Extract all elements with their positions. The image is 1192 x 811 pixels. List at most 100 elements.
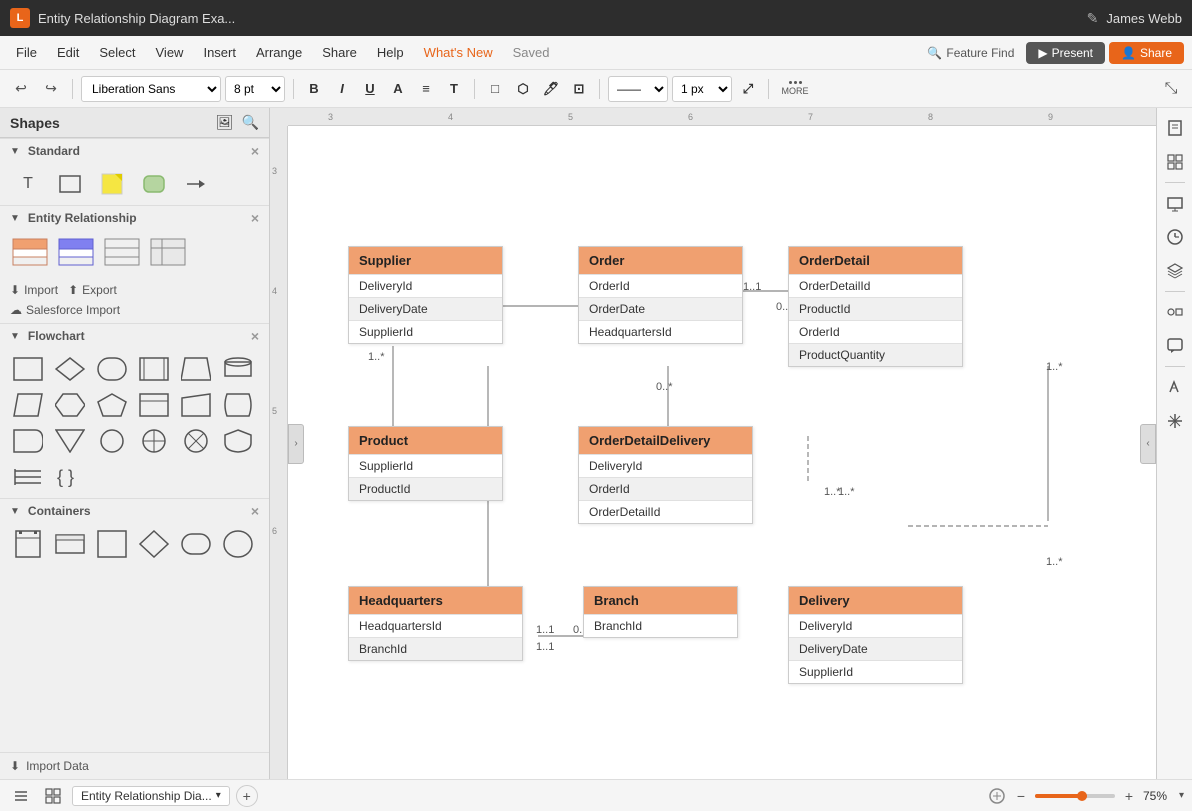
line-style-select[interactable]: —— - - - bbox=[608, 76, 668, 102]
import-data-button[interactable]: ⬇ Import Data bbox=[0, 752, 269, 779]
shapes-search-icon[interactable]: 🔍 bbox=[242, 114, 259, 131]
shape-text[interactable]: T bbox=[10, 169, 46, 199]
fc-shape-curly[interactable]: { } bbox=[52, 462, 88, 492]
container-shape-ellipse[interactable] bbox=[220, 529, 256, 559]
redo-button[interactable]: ↪ bbox=[38, 76, 64, 102]
branch-table[interactable]: Branch BranchId bbox=[583, 586, 738, 638]
canvas-area[interactable]: 3 4 5 6 7 8 9 3 4 5 6 bbox=[270, 108, 1156, 779]
underline-button[interactable]: U bbox=[358, 77, 382, 101]
menu-view[interactable]: View bbox=[148, 41, 192, 64]
er-shape-4[interactable] bbox=[148, 236, 188, 271]
collapse-right-icon[interactable]: ‹ bbox=[1140, 424, 1156, 464]
er-shape-1[interactable] bbox=[10, 236, 50, 271]
undo-button[interactable]: ↩ bbox=[8, 76, 34, 102]
edit-icon[interactable]: ✎ bbox=[1087, 10, 1099, 27]
collapse-left-icon[interactable]: › bbox=[288, 424, 304, 464]
shape-rounded-rect[interactable] bbox=[136, 169, 172, 199]
standard-section-header[interactable]: ▼ Standard × bbox=[0, 138, 269, 163]
menu-select[interactable]: Select bbox=[91, 41, 143, 64]
zoom-minus-button[interactable]: − bbox=[1011, 788, 1031, 804]
align-button[interactable]: ≡ bbox=[414, 77, 438, 101]
fc-shape-delay[interactable] bbox=[10, 426, 46, 456]
zoom-slider[interactable] bbox=[1035, 794, 1115, 798]
er-shape-2[interactable] bbox=[56, 236, 96, 271]
fill-button[interactable]: □ bbox=[483, 77, 507, 101]
line-color-button[interactable]: 🖊 bbox=[539, 77, 563, 101]
font-color-button[interactable]: A bbox=[386, 77, 410, 101]
order-table[interactable]: Order OrderId OrderDate HeadquartersId bbox=[578, 246, 743, 344]
fc-shape-trapezoid[interactable] bbox=[178, 354, 214, 384]
feature-find-button[interactable]: 🔍 Feature Find bbox=[919, 42, 1022, 64]
er-section-header[interactable]: ▼ Entity Relationship × bbox=[0, 205, 269, 230]
bold-button[interactable]: B bbox=[302, 77, 326, 101]
fc-shape-hex[interactable] bbox=[52, 390, 88, 420]
standard-close-icon[interactable]: × bbox=[251, 143, 259, 159]
rp-grid-icon[interactable] bbox=[1161, 148, 1189, 176]
shape-rect[interactable] bbox=[52, 169, 88, 199]
line-width-select[interactable]: 1 px 2 px bbox=[672, 76, 732, 102]
flowchart-close-icon[interactable]: × bbox=[251, 328, 259, 344]
menu-insert[interactable]: Insert bbox=[195, 41, 244, 64]
rp-present-icon[interactable] bbox=[1161, 189, 1189, 217]
shape-arrow[interactable] bbox=[178, 169, 214, 199]
transform-button[interactable]: ⤢ bbox=[736, 77, 760, 101]
rp-clock-icon[interactable] bbox=[1161, 223, 1189, 251]
bb-grid-view-icon[interactable] bbox=[40, 783, 66, 809]
container-shape-stadium[interactable] bbox=[178, 529, 214, 559]
share-button[interactable]: 👤 Share bbox=[1109, 42, 1184, 64]
fc-shape-parallelogram[interactable] bbox=[10, 390, 46, 420]
fc-shape-shield[interactable] bbox=[220, 426, 256, 456]
rp-format-icon[interactable] bbox=[1161, 373, 1189, 401]
add-page-button[interactable]: + bbox=[236, 785, 258, 807]
container-shape-diamond2[interactable] bbox=[136, 529, 172, 559]
text-format-button[interactable]: T bbox=[442, 77, 466, 101]
expand-button[interactable]: ⤡ bbox=[1158, 76, 1184, 102]
fc-shape-proc[interactable] bbox=[136, 354, 172, 384]
font-size-select[interactable]: 8 pt 10 pt 12 pt bbox=[225, 76, 285, 102]
rp-shapes-icon[interactable] bbox=[1161, 298, 1189, 326]
italic-button[interactable]: I bbox=[330, 77, 354, 101]
zoom-dropdown-icon[interactable]: ▾ bbox=[1179, 790, 1184, 801]
fc-shape-manual[interactable] bbox=[178, 390, 214, 420]
menu-help[interactable]: Help bbox=[369, 41, 412, 64]
delivery-table[interactable]: Delivery DeliveryId DeliveryDate Supplie… bbox=[788, 586, 963, 684]
present-button[interactable]: ▶ Present bbox=[1026, 42, 1105, 64]
fc-shape-step[interactable] bbox=[136, 390, 172, 420]
fc-shape-cross[interactable] bbox=[136, 426, 172, 456]
more-button[interactable]: MORE bbox=[777, 76, 813, 102]
rp-magic-icon[interactable] bbox=[1161, 407, 1189, 435]
bb-list-view-icon[interactable] bbox=[8, 783, 34, 809]
page-tab[interactable]: Entity Relationship Dia... ▾ bbox=[72, 786, 230, 806]
fc-shape-x-circle[interactable] bbox=[178, 426, 214, 456]
shape-sticky[interactable] bbox=[94, 169, 130, 199]
rp-pages-icon[interactable] bbox=[1161, 114, 1189, 142]
font-family-select[interactable]: Liberation Sans bbox=[81, 76, 221, 102]
orderdetaildelivery-table[interactable]: OrderDetailDelivery DeliveryId OrderId O… bbox=[578, 426, 753, 524]
fc-shape-list[interactable] bbox=[10, 462, 46, 492]
import-button[interactable]: ⬇ Import bbox=[10, 283, 58, 297]
fc-shape-diamond[interactable] bbox=[52, 354, 88, 384]
shapes-image-icon[interactable]: 🖼 bbox=[216, 114, 234, 131]
fc-shape-cylinder[interactable] bbox=[220, 354, 256, 384]
er-close-icon[interactable]: × bbox=[251, 210, 259, 226]
fc-shape-circle[interactable] bbox=[94, 426, 130, 456]
er-shape-3[interactable] bbox=[102, 236, 142, 271]
menu-edit[interactable]: Edit bbox=[49, 41, 87, 64]
containers-close-icon[interactable]: × bbox=[251, 503, 259, 519]
fc-shape-pentagon[interactable] bbox=[94, 390, 130, 420]
orderdetail-table[interactable]: OrderDetail OrderDetailId ProductId Orde… bbox=[788, 246, 963, 367]
supplier-table[interactable]: Supplier DeliveryId DeliveryDate Supplie… bbox=[348, 246, 503, 344]
export-button[interactable]: ⬆ Export bbox=[68, 283, 117, 297]
container-shape-box[interactable] bbox=[94, 529, 130, 559]
fc-shape-stored-data[interactable] bbox=[220, 390, 256, 420]
headquarters-table[interactable]: Headquarters HeadquartersId BranchId bbox=[348, 586, 523, 661]
container-shape-i[interactable] bbox=[10, 529, 46, 559]
container-shape-h[interactable] bbox=[52, 529, 88, 559]
fill-color-button[interactable]: ⬡ bbox=[511, 77, 535, 101]
containers-section-header[interactable]: ▼ Containers × bbox=[0, 498, 269, 523]
salesforce-import-button[interactable]: ☁ Salesforce Import bbox=[0, 303, 269, 323]
menu-share[interactable]: Share bbox=[314, 41, 365, 64]
zoom-plus-button[interactable]: + bbox=[1119, 788, 1139, 804]
format-button[interactable]: ⊡ bbox=[567, 77, 591, 101]
menu-arrange[interactable]: Arrange bbox=[248, 41, 310, 64]
